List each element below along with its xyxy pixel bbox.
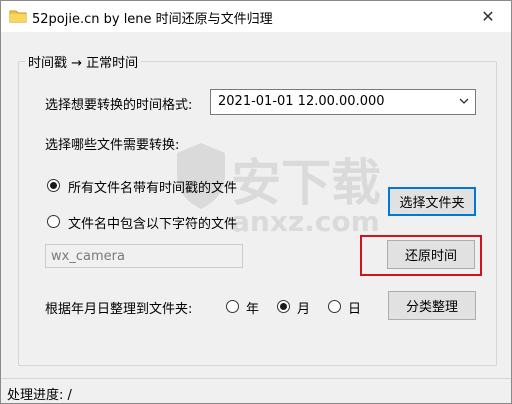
filter-input[interactable]: wx_camera xyxy=(45,244,243,268)
app-window: 52pojie.cn by lene 时间还原与文件归理 ✕ 时间戳 → 正常时… xyxy=(0,0,512,404)
time-format-dropdown[interactable]: 2021-01-01 12.00.00.000 xyxy=(210,89,476,115)
files-label: 选择哪些文件需要转换: xyxy=(45,138,180,153)
filter-input-value: wx_camera xyxy=(51,249,125,264)
radio-year-label[interactable]: 年 xyxy=(246,298,259,317)
watermark-subtext: anxz.com xyxy=(231,205,380,238)
folder-icon xyxy=(9,10,27,23)
title-bar: 52pojie.cn by lene 时间还原与文件归理 ✕ xyxy=(1,1,511,32)
chevron-down-icon xyxy=(459,98,469,104)
radio-year[interactable] xyxy=(226,300,239,313)
organize-label: 根据年月日整理到文件夹: xyxy=(45,302,193,317)
radio-day[interactable] xyxy=(328,300,341,313)
status-bar: 处理进度: / xyxy=(1,378,511,403)
window-title: 52pojie.cn by lene 时间还原与文件归理 xyxy=(32,12,273,27)
radio-contains-files[interactable] xyxy=(47,215,60,228)
close-button[interactable]: ✕ xyxy=(465,1,511,32)
radio-contains-files-label[interactable]: 文件名中包含以下字符的文件 xyxy=(68,213,237,232)
restore-time-button[interactable]: 还原时间 xyxy=(387,240,475,269)
radio-all-files[interactable] xyxy=(47,179,60,192)
close-icon: ✕ xyxy=(481,7,495,26)
radio-month[interactable] xyxy=(277,300,290,313)
shield-icon xyxy=(177,143,225,209)
radio-all-files-label[interactable]: 所有文件名带有时间戳的文件 xyxy=(68,177,237,196)
group-legend: 时间戳 → 正常时间 xyxy=(25,52,142,71)
radio-month-label[interactable]: 月 xyxy=(297,298,310,317)
radio-day-label[interactable]: 日 xyxy=(348,298,361,317)
classify-button[interactable]: 分类整理 xyxy=(388,291,476,320)
select-folder-button[interactable]: 选择文件夹 xyxy=(388,187,476,216)
format-label: 选择想要转换的时间格式: xyxy=(45,98,193,113)
time-format-value: 2021-01-01 12.00.00.000 xyxy=(218,94,385,109)
progress-status: 处理进度: / xyxy=(7,388,72,403)
